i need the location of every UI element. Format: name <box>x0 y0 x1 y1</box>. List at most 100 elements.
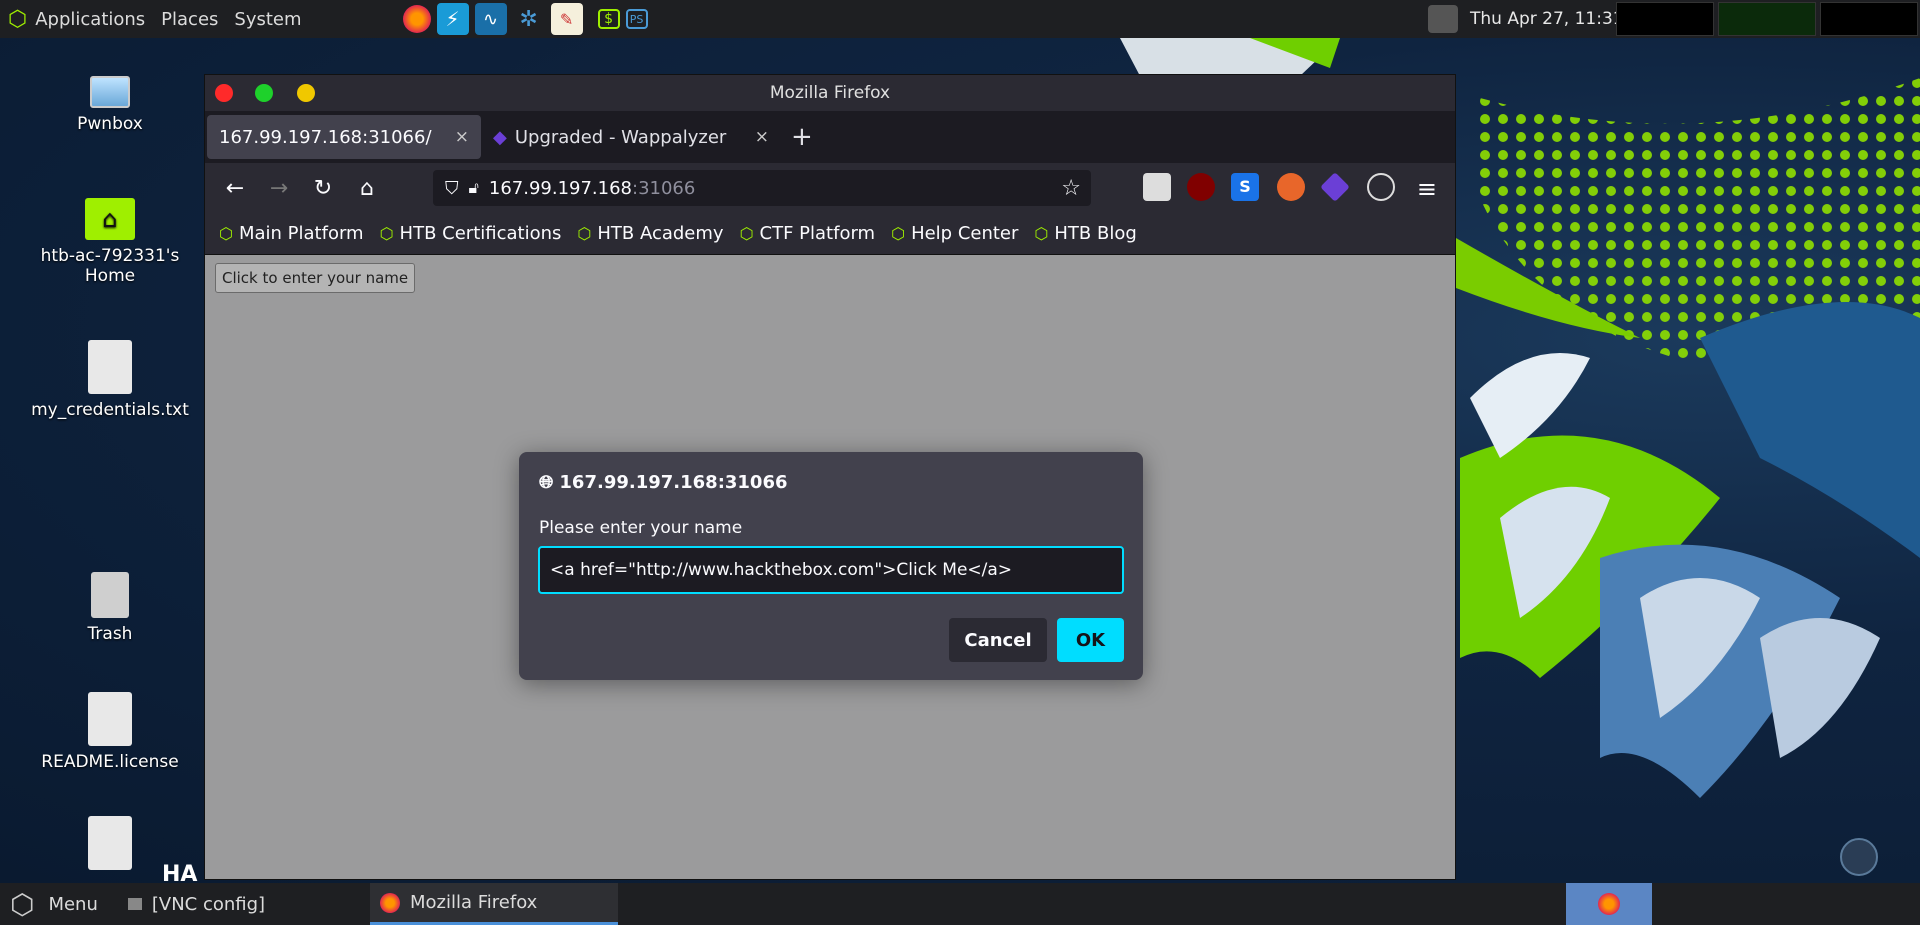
close-tab-icon[interactable]: × <box>755 127 769 147</box>
lock-icon[interactable]: 🔓︎ <box>469 178 479 198</box>
firefox-icon <box>1598 893 1620 915</box>
bookmark-label: HTB Academy <box>597 223 724 244</box>
menu-hamburger-icon[interactable]: ≡ <box>1417 175 1437 203</box>
desktop-icon-home[interactable]: ⌂ htb-ac-792331's Home <box>20 198 200 286</box>
text-file-icon <box>88 816 132 870</box>
url-bar[interactable]: ⛉ 🔓︎ 167.99.197.168:31066 ☆ <box>433 170 1091 206</box>
task-firefox[interactable]: Mozilla Firefox <box>370 883 618 925</box>
system-menu[interactable]: System <box>226 0 309 38</box>
bookmark-label: Help Center <box>911 223 1019 244</box>
desktop-icon-label: README.license <box>41 752 179 772</box>
home-button[interactable]: ⌂ <box>349 170 385 206</box>
bookmark-ctf-platform[interactable]: ⬡ CTF Platform <box>740 223 876 244</box>
desktop-icon-label: Pwnbox <box>77 114 143 134</box>
task-vnc-config[interactable]: [VNC config] <box>118 883 275 925</box>
desktop-icon-trash[interactable]: Trash <box>20 572 200 644</box>
bookmark-label: HTB Blog <box>1054 223 1137 244</box>
menu-cube-icon: ⬡ <box>10 887 35 921</box>
desktop-icon-label: htb-ac-792331's Home <box>40 246 180 286</box>
htb-cube-icon: ⬡ <box>1034 224 1049 243</box>
places-menu[interactable]: Places <box>153 0 226 38</box>
close-window-button[interactable] <box>215 84 233 102</box>
enter-name-button[interactable]: Click to enter your name <box>215 263 416 293</box>
terminal-lightning-icon[interactable]: ⚡ <box>436 3 469 35</box>
top-panel: ⬡ Applications Places System ⚡ ∿ ✲ ✎ $ P… <box>0 0 1920 38</box>
text-editor-icon[interactable]: ✎ <box>550 3 583 35</box>
bookmark-label: CTF Platform <box>759 223 876 244</box>
home-folder-icon: ⌂ <box>85 198 135 240</box>
dialog-origin-text: 167.99.197.168:31066 <box>559 472 788 493</box>
bookmark-label: HTB Certifications <box>399 223 562 244</box>
bookmark-htb-academy[interactable]: ⬡ HTB Academy <box>577 223 723 244</box>
maximize-window-button[interactable] <box>255 84 273 102</box>
network-monitor <box>1820 2 1918 36</box>
window-title: Mozilla Firefox <box>769 83 891 103</box>
desktop-icon-pwnbox[interactable]: Pwnbox <box>20 72 200 134</box>
bookmark-star-icon[interactable]: ☆ <box>1061 176 1081 201</box>
extension-icon[interactable] <box>1143 173 1171 201</box>
bookmark-htb-certifications[interactable]: ⬡ HTB Certifications <box>380 223 562 244</box>
shield-icon[interactable]: ⛉ <box>445 178 459 199</box>
back-button[interactable]: ← <box>217 170 253 206</box>
system-label: System <box>234 8 302 30</box>
tab-bar: 167.99.197.168:31066/ × ◆ Upgraded - Wap… <box>205 111 1455 163</box>
bookmark-main-platform[interactable]: ⬡ Main Platform <box>219 223 364 244</box>
foxyproxy-icon[interactable] <box>1277 173 1305 201</box>
ok-button[interactable]: OK <box>1057 618 1124 662</box>
trash-icon <box>91 572 129 618</box>
task-label: Mozilla Firefox <box>410 892 538 913</box>
tab-active[interactable]: 167.99.197.168:31066/ × <box>207 115 481 159</box>
wappalyzer-extension-icon[interactable] <box>1320 172 1350 202</box>
wappalyzer-icon: ◆ <box>493 126 507 148</box>
bookmarks-toolbar: ⬡ Main Platform ⬡ HTB Certifications ⬡ HTB … <box>205 213 1455 255</box>
powershell-icon[interactable]: PS <box>625 9 648 29</box>
extension-s-icon[interactable]: S <box>1231 173 1259 201</box>
monitor-icon <box>90 76 130 108</box>
applications-menu[interactable]: ⬡ Applications <box>0 0 153 38</box>
htb-cube-icon: ⬡ <box>577 224 592 243</box>
clock[interactable]: Thu Apr 27, 11:31 <box>1470 0 1624 38</box>
tab-wappalyzer[interactable]: ◆ Upgraded - Wappalyzer × <box>481 115 781 159</box>
ublock-origin-icon[interactable] <box>1187 173 1215 201</box>
text-file-icon <box>88 340 132 394</box>
workspace-firefox-indicator[interactable] <box>1566 883 1652 925</box>
htb-cube-icon: ⬡ <box>379 224 394 243</box>
wireshark-icon[interactable]: ∿ <box>474 3 507 35</box>
globe-icon: 🌐︎ <box>539 472 554 493</box>
bookmark-htb-blog[interactable]: ⬡ HTB Blog <box>1034 223 1136 244</box>
forward-button[interactable]: → <box>261 170 297 206</box>
cpu-monitor <box>1616 2 1714 36</box>
name-input[interactable] <box>538 546 1124 594</box>
places-label: Places <box>161 8 219 30</box>
firefox-launcher-icon[interactable] <box>402 5 431 33</box>
htb-cube-icon: ⬡ <box>739 224 754 243</box>
reload-button[interactable]: ↻ <box>305 170 341 206</box>
dialog-origin: 🌐︎ 167.99.197.168:31066 <box>539 472 788 493</box>
window-titlebar[interactable]: Mozilla Firefox <box>205 75 1455 111</box>
terminal-icon[interactable]: $ <box>597 9 620 29</box>
network-icon[interactable] <box>1428 5 1458 33</box>
desktop-icon-label: my_credentials.txt <box>31 400 189 420</box>
prompt-dialog: 🌐︎ 167.99.197.168:31066 Please enter you… <box>519 452 1143 680</box>
cookie-editor-icon[interactable] <box>1367 173 1395 201</box>
htb-cube-icon: ⬡ <box>891 224 906 243</box>
menu-label: Menu <box>48 893 98 915</box>
clipboard-icon[interactable] <box>1840 838 1878 876</box>
close-tab-icon[interactable]: × <box>455 127 469 147</box>
url-host: 167.99.197.168 <box>488 177 633 199</box>
code-editor-icon[interactable]: ✲ <box>513 3 545 35</box>
text-file-icon <box>88 692 132 746</box>
dialog-message: Please enter your name <box>539 518 743 538</box>
tab-label: 167.99.197.168:31066/ <box>219 126 432 148</box>
bottom-taskbar: ⬡ Menu [VNC config] Mozilla Firefox <box>0 883 1920 925</box>
applications-label: Applications <box>35 8 146 30</box>
desktop-icon-readme[interactable]: README.license <box>20 692 200 772</box>
htb-cube-icon: ⬡ <box>219 224 233 243</box>
start-menu-button[interactable]: ⬡ Menu <box>0 883 108 925</box>
minimize-window-button[interactable] <box>297 84 315 102</box>
new-tab-button[interactable]: + <box>791 122 813 152</box>
url-port: :31066 <box>632 177 696 199</box>
bookmark-help-center[interactable]: ⬡ Help Center <box>891 223 1018 244</box>
cancel-button[interactable]: Cancel <box>949 618 1047 662</box>
desktop-icon-credentials[interactable]: my_credentials.txt <box>20 340 200 420</box>
